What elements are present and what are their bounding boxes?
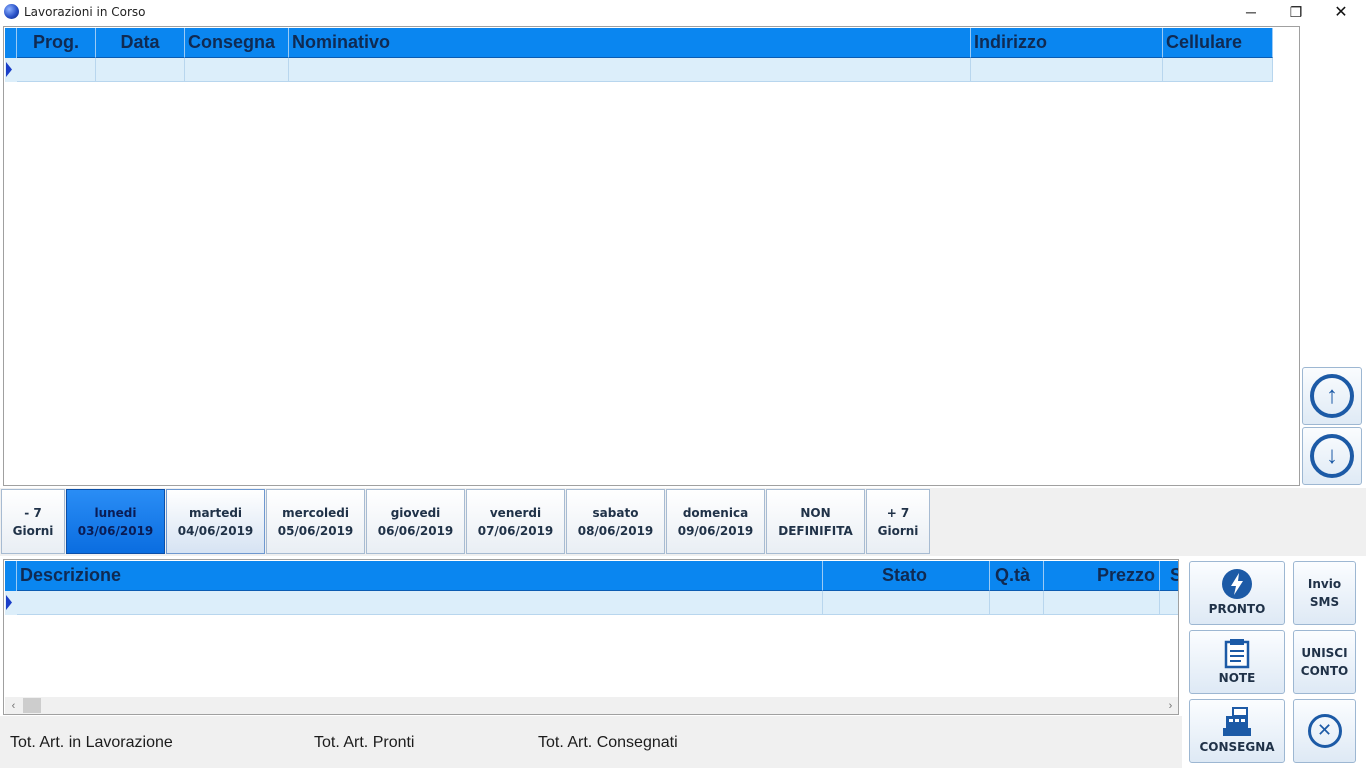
row-header-corner [5, 28, 17, 58]
day-tab-non-definita[interactable]: NON DEFINIFITA [766, 489, 865, 554]
col-header-descrizione[interactable]: Descrizione [17, 561, 823, 591]
day-date: Giorni [12, 523, 54, 538]
day-label: + 7 [886, 505, 910, 520]
table-cell[interactable] [1163, 58, 1273, 82]
table-cell[interactable] [990, 591, 1044, 615]
cash-register-icon [1223, 707, 1251, 736]
notepad-icon [1224, 639, 1250, 669]
col-header-prog[interactable]: Prog. [17, 28, 96, 58]
day-tab-venerdi[interactable]: venerdi 07/06/2019 [466, 489, 565, 554]
day-label: mercoledi [282, 505, 349, 520]
unisci-conto-button[interactable]: UNISCI CONTO [1293, 630, 1356, 694]
day-date: 06/06/2019 [377, 523, 454, 538]
arrow-down-circle-icon: ↓ [1310, 434, 1354, 478]
totals-bar: Tot. Art. in Lavorazione Tot. Art. Pront… [0, 716, 1182, 768]
table-cell[interactable] [185, 58, 289, 82]
lightning-icon [1222, 569, 1252, 599]
col-header-nominativo[interactable]: Nominativo [289, 28, 971, 58]
col-header-prezzo[interactable]: Prezzo [1044, 561, 1160, 591]
total-in-lavorazione: Tot. Art. in Lavorazione [10, 734, 173, 751]
orders-grid[interactable]: Prog. Data Consegna Nominativo Indirizzo… [3, 26, 1300, 486]
day-tab-sabato[interactable]: sabato 08/06/2019 [566, 489, 665, 554]
day-label: - 7 [24, 505, 42, 520]
day-tab-giovedi[interactable]: giovedi 06/06/2019 [366, 489, 465, 554]
day-label: sabato [592, 505, 639, 520]
col-header-indirizzo[interactable]: Indirizzo [971, 28, 1163, 58]
table-cell[interactable] [17, 591, 823, 615]
invio-sms-button[interactable]: Invio SMS [1293, 561, 1356, 625]
col-header-cellulare[interactable]: Cellulare [1163, 28, 1273, 58]
pronto-label: PRONTO [1208, 602, 1266, 616]
note-button[interactable]: NOTE [1189, 630, 1285, 694]
day-label: venerdi [489, 505, 542, 520]
day-date: DEFINIFITA [778, 523, 853, 538]
day-tab-mercoledi[interactable]: mercoledi 05/06/2019 [266, 489, 365, 554]
restore-button[interactable]: ❐ [1273, 0, 1319, 24]
col-header-data[interactable]: Data [96, 28, 185, 58]
pronto-button[interactable]: PRONTO [1189, 561, 1285, 625]
next-7-days-button[interactable]: + 7 Giorni [866, 489, 930, 554]
day-tab-domenica[interactable]: domenica 09/06/2019 [666, 489, 765, 554]
window-title: Lavorazioni in Corso [24, 5, 146, 19]
row-header-corner [5, 561, 17, 591]
prev-7-days-button[interactable]: - 7 Giorni [1, 489, 65, 554]
day-date: 09/06/2019 [677, 523, 754, 538]
current-row-indicator-icon [5, 58, 17, 82]
total-pronti: Tot. Art. Pronti [314, 734, 415, 751]
day-date: 03/06/2019 [77, 523, 154, 538]
table-cell[interactable] [96, 58, 185, 82]
scroll-right-icon[interactable]: › [1162, 697, 1178, 714]
day-label: NON [800, 505, 831, 520]
scroll-left-icon[interactable]: ‹ [5, 697, 22, 714]
consegna-label: CONSEGNA [1199, 740, 1275, 754]
table-cell[interactable] [17, 58, 96, 82]
scrollbar-thumb[interactable] [23, 698, 41, 713]
current-row-indicator-icon [5, 591, 17, 615]
day-date: 08/06/2019 [577, 523, 654, 538]
invio-sms-label-line2: SMS [1309, 595, 1340, 609]
day-label: domenica [682, 505, 749, 520]
unisci-conto-label-line2: CONTO [1300, 664, 1349, 678]
day-label: martedi [188, 505, 243, 520]
horizontal-scrollbar[interactable]: ‹ › [5, 697, 1178, 714]
table-cell[interactable] [1044, 591, 1160, 615]
total-consegnati: Tot. Art. Consegnati [538, 734, 678, 751]
unisci-conto-label-line1: UNISCI [1301, 646, 1348, 660]
close-window-button[interactable]: ✕ [1318, 0, 1364, 24]
table-cell[interactable] [289, 58, 971, 82]
day-selector: - 7 Giorni lunedi 03/06/2019 martedi 04/… [0, 488, 1366, 556]
col-header-consegna[interactable]: Consegna [185, 28, 289, 58]
day-tab-lunedi[interactable]: lunedi 03/06/2019 [66, 489, 165, 554]
close-form-button[interactable]: ✕ [1293, 699, 1356, 763]
scroll-up-button[interactable]: ↑ [1302, 367, 1362, 425]
invio-sms-label-line1: Invio [1307, 577, 1342, 591]
day-label: lunedi [94, 505, 137, 520]
items-grid[interactable]: Descrizione Stato Q.tà Prezzo S ‹ › [3, 559, 1179, 715]
app-globe-icon [4, 4, 19, 19]
title-bar: Lavorazioni in Corso ─ ❐ ✕ [0, 0, 1366, 24]
note-label: NOTE [1218, 671, 1256, 685]
col-header-s[interactable]: S [1160, 561, 1178, 591]
day-tab-martedi[interactable]: martedi 04/06/2019 [166, 489, 265, 554]
col-header-qta[interactable]: Q.tà [990, 561, 1044, 591]
day-date: 07/06/2019 [477, 523, 554, 538]
day-label: giovedi [390, 505, 441, 520]
scroll-down-button[interactable]: ↓ [1302, 427, 1362, 485]
day-date: Giorni [877, 523, 919, 538]
table-cell[interactable] [1160, 591, 1178, 615]
table-cell[interactable] [971, 58, 1163, 82]
day-date: 04/06/2019 [177, 523, 254, 538]
close-circle-icon: ✕ [1307, 714, 1342, 748]
consegna-button[interactable]: CONSEGNA [1189, 699, 1285, 763]
col-header-stato[interactable]: Stato [823, 561, 990, 591]
minimize-button[interactable]: ─ [1228, 0, 1274, 24]
table-cell[interactable] [823, 591, 990, 615]
day-date: 05/06/2019 [277, 523, 354, 538]
arrow-up-circle-icon: ↑ [1310, 374, 1354, 418]
